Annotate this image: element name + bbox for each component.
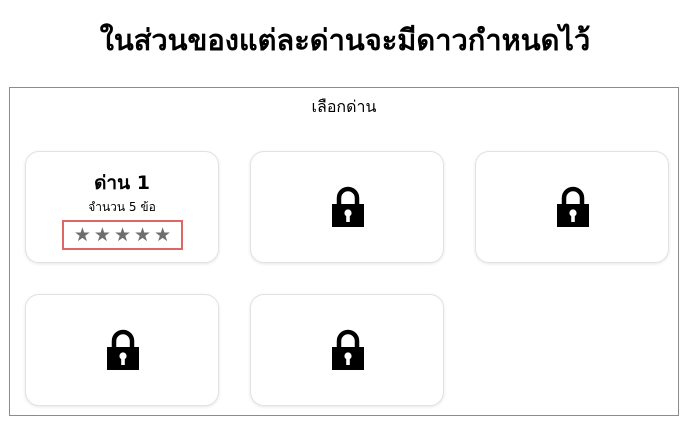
panel-title: เลือกด่าน: [311, 97, 377, 116]
level-card-5-locked[interactable]: [250, 294, 444, 406]
lock-icon: [332, 329, 364, 370]
level-card-3-locked[interactable]: [475, 151, 669, 263]
level-card-2-locked[interactable]: [250, 151, 444, 263]
level-select-panel: เลือกด่าน ด่าน 1 จำนวน 5 ข้อ ★ ★ ★ ★ ★: [9, 87, 679, 416]
lock-icon: [332, 186, 364, 227]
level-name: ด่าน 1: [94, 172, 150, 194]
lock-icon: [557, 186, 589, 227]
star-icon: ★: [73, 224, 91, 246]
star-icon: ★: [93, 224, 111, 246]
lock-icon: [107, 329, 139, 370]
star-icon: ★: [134, 224, 152, 246]
level-card-4-locked[interactable]: [25, 294, 219, 406]
question-count: จำนวน 5 ข้อ: [88, 200, 156, 214]
level-card-1[interactable]: ด่าน 1 จำนวน 5 ข้อ ★ ★ ★ ★ ★: [25, 151, 219, 263]
star-rating: ★ ★ ★ ★ ★: [62, 220, 183, 250]
page-heading: ในส่วนของแต่ละด่านจะมีดาวกำหนดไว้: [99, 23, 591, 57]
star-icon: ★: [113, 224, 132, 246]
star-icon: ★: [154, 224, 172, 246]
